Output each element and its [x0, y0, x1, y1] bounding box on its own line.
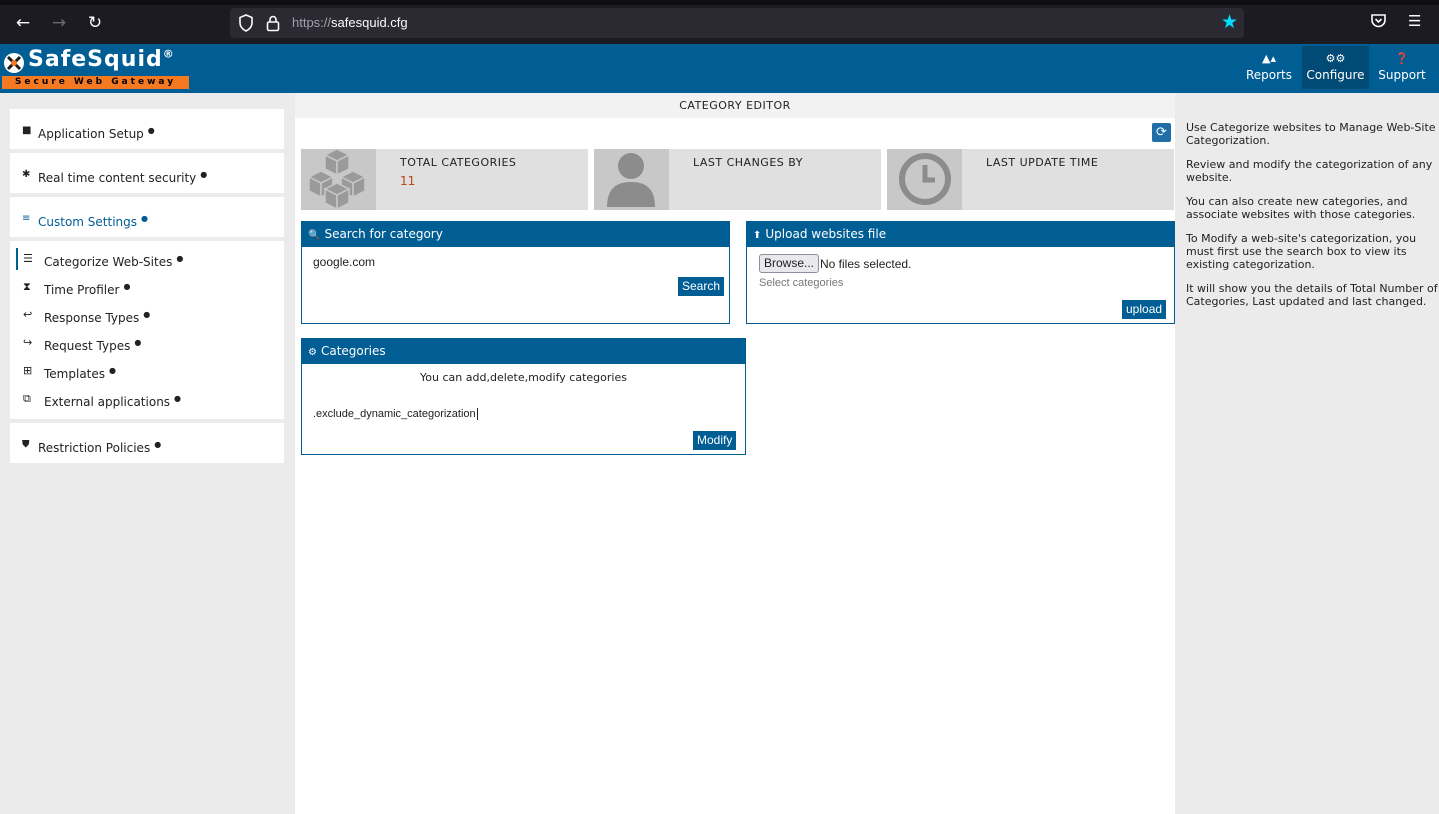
nav-support[interactable]: ❓ Support	[1372, 46, 1432, 89]
categories-description: You can add,delete,modify categories	[420, 371, 627, 384]
app-header: SafeSquid® Secure Web Gateway ▲▴ Reports…	[0, 44, 1439, 93]
page-title: CATEGORY EDITOR	[295, 93, 1175, 118]
info-icon[interactable]: ●	[174, 394, 181, 403]
sidebar-item-external-applications[interactable]: ⧉ External applications ●	[10, 385, 284, 413]
gears-icon: ⚙⚙	[1325, 52, 1346, 65]
info-icon[interactable]: ●	[109, 366, 116, 375]
stat-label: LAST UPDATE TIME	[986, 156, 1099, 169]
logo-name: SafeSquid	[28, 47, 163, 72]
sidebar-item-time-profiler[interactable]: ⧗ Time Profiler ●	[10, 273, 284, 301]
sidebar-item-custom-settings[interactable]: ≡ Custom Settings ●	[10, 197, 284, 237]
logo-tagline: Secure Web Gateway	[2, 76, 189, 89]
sidebar-item-real-time-content-security[interactable]: ✱ Real time content security ●	[10, 153, 284, 193]
search-panel: 🔍 Search for category google.com Search	[301, 221, 730, 324]
modify-button[interactable]: Modify	[693, 431, 737, 450]
panel-title: Upload websites file	[765, 227, 887, 241]
sidebar-section: ✱ Real time content security ●	[10, 153, 284, 193]
info-icon[interactable]: ●	[141, 214, 148, 223]
sidebar-item-templates[interactable]: ⊞ Templates ●	[10, 357, 284, 385]
info-icon[interactable]: ●	[148, 126, 155, 135]
sidebar-section: ≡ Custom Settings ●	[10, 197, 284, 237]
briefcase-icon: ■	[22, 125, 32, 136]
forward-arrow-icon[interactable]: →	[48, 12, 70, 34]
user-icon	[594, 149, 669, 210]
safesquid-logo[interactable]: SafeSquid® Secure Web Gateway	[2, 47, 189, 89]
info-icon[interactable]: ●	[154, 440, 161, 449]
sidebar: ■ Application Setup ● ✱ Real time content…	[10, 109, 284, 467]
upload-icon: ⬆	[753, 230, 762, 241]
database-icon: ☰	[23, 252, 33, 265]
stat-last-changes-by: LAST CHANGES BY	[594, 149, 881, 210]
help-text: It will show you the details of Total Nu…	[1186, 282, 1438, 308]
stat-label: TOTAL CATEGORIES	[400, 156, 517, 169]
custom-settings-submenu: ☰ Categorize Web-Sites ● ⧗ Time Profiler ●…	[10, 241, 284, 419]
upload-panel: ⬆ Upload websites file Browse... No files…	[746, 221, 1175, 324]
panel-title: Categories	[320, 344, 386, 358]
shield-icon: ⛊	[22, 439, 30, 450]
url-text[interactable]: https://safesquid.cfg	[292, 15, 408, 30]
cubes-icon	[301, 148, 376, 211]
categories-panel: ⚙ Categories You can add,delete,modify ca…	[301, 338, 746, 455]
reply-icon: ↩	[23, 308, 33, 321]
area-chart-icon: ▲▴	[1262, 52, 1276, 65]
sidebar-item-application-setup[interactable]: ■ Application Setup ●	[10, 109, 284, 149]
info-icon[interactable]: ●	[134, 338, 141, 347]
help-text: Use Categorize websites to Manage Web-Si…	[1186, 121, 1436, 147]
sidebar-item-request-types[interactable]: ↪ Request Types ●	[10, 329, 284, 357]
select-categories-input[interactable]: Select categories	[759, 277, 843, 289]
share-icon: ↪	[23, 336, 33, 349]
upload-button[interactable]: upload	[1122, 300, 1167, 319]
help-text: You can also create new categories, and …	[1186, 195, 1416, 221]
nav-configure[interactable]: ⚙⚙ Configure	[1302, 46, 1369, 89]
address-bar[interactable]: https://safesquid.cfg ★	[230, 8, 1244, 38]
main-content: CATEGORY EDITOR ⟳ TOTAL CATEGORIES 11 LA…	[295, 93, 1175, 814]
browse-button[interactable]: Browse...	[759, 254, 820, 273]
stat-label: LAST CHANGES BY	[693, 156, 803, 169]
gears-icon: ⚙	[308, 347, 317, 358]
menu-hamburger-icon[interactable]: ☰	[1408, 12, 1421, 30]
back-arrow-icon[interactable]: ←	[12, 12, 34, 34]
pocket-icon[interactable]	[1370, 12, 1387, 29]
bookmark-star-icon[interactable]: ★	[1221, 11, 1238, 33]
search-input[interactable]: google.com	[313, 255, 673, 269]
sidebar-section: ■ Application Setup ●	[10, 109, 284, 149]
sidebar-item-restriction-policies[interactable]: ⛊ Restriction Policies ●	[10, 423, 284, 463]
bug-icon: ✱	[22, 169, 31, 180]
question-circle-icon: ❓	[1395, 52, 1409, 65]
lock-icon[interactable]	[266, 14, 280, 32]
help-text: Review and modify the categorization of …	[1186, 158, 1433, 184]
info-icon[interactable]: ●	[123, 282, 130, 291]
search-button[interactable]: Search	[678, 277, 725, 296]
tools-icon	[4, 53, 24, 73]
stat-total-categories: TOTAL CATEGORIES 11	[301, 148, 588, 211]
sidebar-item-categorize-web-sites[interactable]: ☰ Categorize Web-Sites ●	[10, 245, 284, 273]
search-icon: 🔍	[308, 230, 321, 241]
info-icon[interactable]: ●	[200, 170, 207, 179]
nav-reports[interactable]: ▲▴ Reports	[1238, 46, 1300, 89]
clock-icon	[887, 149, 962, 210]
reload-icon[interactable]: ↻	[84, 12, 106, 34]
logo-registered-mark: ®	[162, 47, 175, 61]
help-text: To Modify a web-site's categorization, y…	[1186, 232, 1417, 271]
sliders-icon: ≡	[22, 213, 31, 224]
shield-tracking-icon[interactable]	[238, 14, 254, 32]
panel-title: Search for category	[324, 227, 443, 241]
info-icon[interactable]: ●	[143, 310, 150, 319]
stat-value: 11	[400, 174, 416, 188]
hourglass-icon: ⧗	[23, 280, 31, 293]
category-input[interactable]: .exclude_dynamic_categorization	[313, 408, 478, 420]
help-panel: Use Categorize websites to Manage Web-Si…	[1186, 121, 1438, 319]
browser-toolbar: ← → ↻ https://safesquid.cfg ★ ☰	[0, 0, 1439, 44]
file-status: No files selected.	[820, 257, 912, 271]
stat-last-update-time: LAST UPDATE TIME	[887, 149, 1174, 210]
sidebar-section: ⛊ Restriction Policies ●	[10, 423, 284, 463]
external-link-icon: ⧉	[23, 392, 31, 405]
sidebar-item-response-types[interactable]: ↩ Response Types ●	[10, 301, 284, 329]
refresh-icon[interactable]: ⟳	[1152, 123, 1171, 142]
sitemap-icon: ⊞	[23, 364, 33, 377]
tab-strip	[0, 0, 1439, 5]
info-icon[interactable]: ●	[176, 254, 183, 263]
